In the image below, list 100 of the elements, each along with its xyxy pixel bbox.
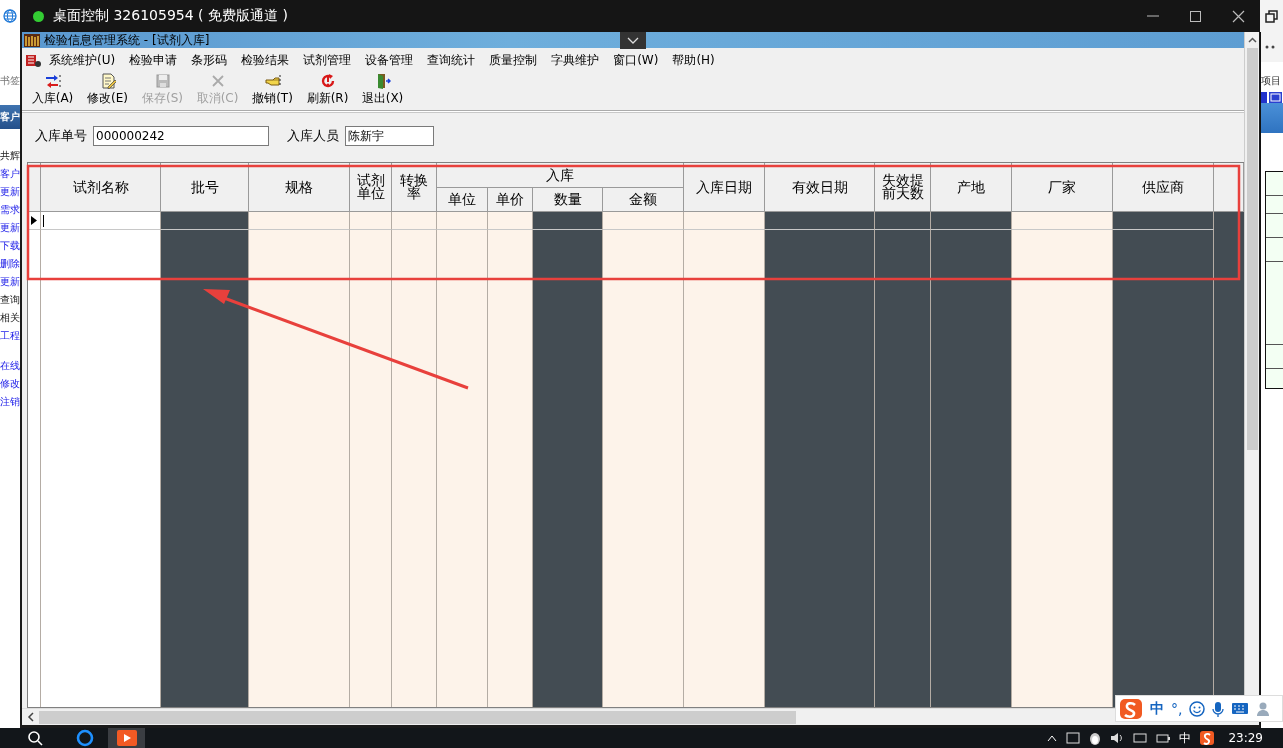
chevron-left-icon[interactable] xyxy=(27,712,35,722)
ime-logo-icon[interactable] xyxy=(1200,731,1215,745)
caret-up-icon[interactable] xyxy=(1047,734,1058,742)
link[interactable]: 更新 xyxy=(0,273,20,291)
window-title: 检验信息管理系统 - [试剂入库] xyxy=(44,31,210,49)
field-label: 入库人员 xyxy=(287,127,339,145)
cross-icon xyxy=(209,73,226,89)
ring-icon[interactable] xyxy=(76,729,94,747)
menu-item[interactable]: 帮助(H) xyxy=(665,51,722,69)
table-cell xyxy=(875,212,931,230)
chevron-down-icon[interactable] xyxy=(620,32,646,49)
menu-item[interactable]: 窗口(W) xyxy=(606,51,666,69)
table-cell xyxy=(350,212,392,230)
column-header[interactable]: 有效日期 xyxy=(765,163,875,212)
link[interactable]: 需求 xyxy=(0,201,20,219)
column-header[interactable]: 规格 xyxy=(249,163,350,212)
refresh-icon xyxy=(319,73,336,89)
toolbar-button[interactable]: 修改(E) xyxy=(80,73,135,107)
column-header[interactable]: 试剂名称 xyxy=(41,163,161,212)
input-mode-toggle[interactable]: 中 xyxy=(1150,699,1164,718)
menu-item[interactable]: 字典维护 xyxy=(544,51,607,69)
link[interactable]: 更新 xyxy=(0,219,20,237)
window-icon xyxy=(1261,92,1267,103)
list-text: 共辉 xyxy=(0,149,20,163)
window-icon[interactable] xyxy=(1066,732,1081,744)
hand-icon xyxy=(264,73,281,89)
link[interactable]: 删除 xyxy=(0,255,20,273)
toolbar-button[interactable]: 撤销(T) xyxy=(245,73,300,107)
table-cell xyxy=(437,212,488,230)
network-icon[interactable] xyxy=(1133,732,1148,744)
link[interactable]: 更新 xyxy=(0,183,20,201)
play-icon xyxy=(116,730,137,746)
close-icon[interactable] xyxy=(1231,8,1246,24)
menu-item[interactable]: 系统维护(U) xyxy=(42,51,123,69)
column-header[interactable]: 批号 xyxy=(161,163,249,212)
column-header[interactable]: 试剂单位 xyxy=(350,163,392,212)
column-header[interactable] xyxy=(1214,163,1244,212)
link[interactable]: 在线 xyxy=(0,357,20,375)
link[interactable]: 注销 xyxy=(0,393,20,411)
penguin-icon[interactable] xyxy=(1089,731,1102,745)
toolbar-button[interactable]: 入库(A) xyxy=(25,73,80,107)
column-header[interactable]: 单价 xyxy=(488,188,533,212)
row-indicator-icon xyxy=(31,216,37,225)
column-header[interactable]: 转换率 xyxy=(392,163,437,212)
table-cell[interactable] xyxy=(41,212,161,230)
microphone-icon[interactable] xyxy=(1212,700,1225,717)
column-header[interactable]: 入库日期 xyxy=(684,163,765,212)
list-text: 相关 xyxy=(0,311,20,325)
toolbar-button[interactable]: 刷新(R) xyxy=(300,73,355,107)
battery-icon[interactable] xyxy=(1156,732,1171,744)
input-method-label[interactable]: 中 xyxy=(1179,729,1192,747)
menu-item[interactable]: 查询统计 xyxy=(420,51,483,69)
bookmarks-label: 书签 xyxy=(0,74,20,88)
header-band xyxy=(1261,103,1283,133)
toolbar-button[interactable]: 退出(X) xyxy=(355,73,410,107)
menu-item[interactable]: 检验申请 xyxy=(122,51,185,69)
scrollbar-thumb[interactable] xyxy=(1246,48,1258,450)
menu-item[interactable]: 检验结果 xyxy=(234,51,297,69)
column-header[interactable]: 供应商 xyxy=(1113,163,1214,212)
document-icon xyxy=(99,73,116,89)
panel-header: 客户 xyxy=(0,105,20,129)
search-icon[interactable] xyxy=(27,730,43,746)
column-header[interactable]: 单位 xyxy=(437,188,488,212)
scrollbar-thumb[interactable] xyxy=(39,710,796,724)
keyboard-icon[interactable] xyxy=(1231,702,1250,715)
input-field[interactable]: 陈新宇 xyxy=(345,126,434,146)
app-icon xyxy=(24,33,40,47)
table-cell xyxy=(533,212,603,230)
column-header[interactable]: 入库 xyxy=(437,163,684,188)
clock-time: 23:29 xyxy=(1228,731,1263,745)
column-header[interactable]: 厂家 xyxy=(1012,163,1113,212)
menu-item[interactable]: 条形码 xyxy=(184,51,235,69)
window-title: 桌面控制 326105954 ( 免费版通道 ) xyxy=(53,7,289,25)
speaker-icon[interactable] xyxy=(1110,732,1125,744)
status-dot xyxy=(33,10,44,22)
taskbar-app[interactable] xyxy=(108,728,145,748)
list-text: 查询 xyxy=(0,293,20,307)
menu-item[interactable]: 质量控制 xyxy=(482,51,545,69)
table-cell xyxy=(488,212,533,230)
column-header[interactable]: 产地 xyxy=(931,163,1012,212)
menu-item[interactable]: 试剂管理 xyxy=(296,51,359,69)
more-icon[interactable] xyxy=(1265,45,1277,49)
column-header[interactable]: 金额 xyxy=(603,188,684,212)
punctuation-toggle[interactable]: °, xyxy=(1171,700,1183,717)
text-cursor xyxy=(43,215,44,227)
item-label: 项目 xyxy=(1261,74,1282,88)
table-cell xyxy=(392,212,437,230)
column-header[interactable]: 失效提前天数 xyxy=(875,163,931,212)
link[interactable]: 下载 xyxy=(0,237,20,255)
link[interactable]: 客户 xyxy=(0,165,20,183)
restore-icon[interactable] xyxy=(1265,9,1278,23)
smiley-icon[interactable] xyxy=(1189,700,1206,717)
arrows-icon xyxy=(44,73,61,89)
maximize-icon[interactable] xyxy=(1188,8,1203,24)
link[interactable]: 修改 xyxy=(0,375,20,393)
input-field[interactable]: 000000242 xyxy=(93,126,269,146)
menu-item[interactable]: 设备管理 xyxy=(358,51,421,69)
app-icon xyxy=(25,52,42,68)
link[interactable]: 工程 xyxy=(0,327,20,345)
column-header[interactable]: 数量 xyxy=(533,188,603,212)
